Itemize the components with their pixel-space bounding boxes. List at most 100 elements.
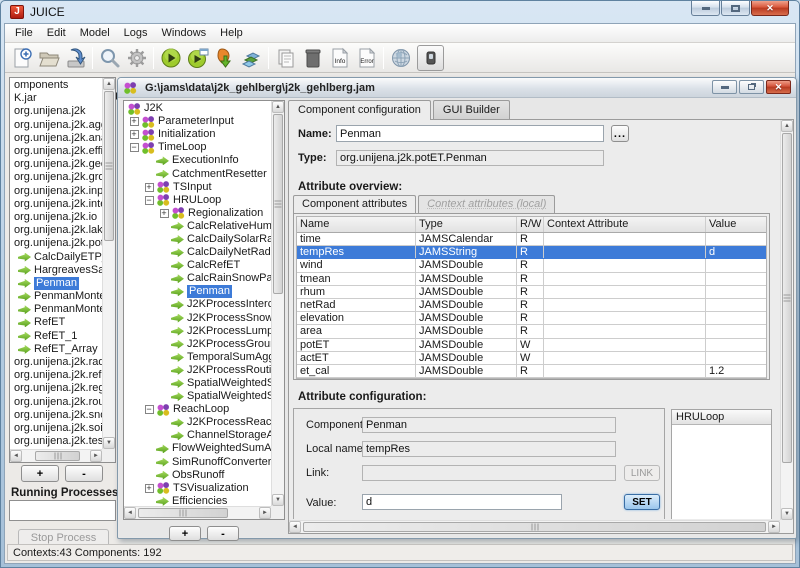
scrollbar-thumb[interactable] [104, 91, 114, 241]
table-row[interactable]: et_cal JAMSDouble R 1.2 [297, 365, 766, 378]
menu-item[interactable]: Help [213, 25, 250, 41]
expander[interactable] [157, 392, 171, 401]
menu-item[interactable]: Model [73, 25, 117, 41]
component-list-item[interactable]: K.jar [11, 92, 102, 105]
expander[interactable] [142, 196, 156, 205]
tree-node[interactable]: J2KProcessRouting [125, 364, 271, 377]
table-row[interactable]: netRad JAMSDouble R [297, 299, 766, 312]
component-list-item[interactable]: RefET_Array [11, 343, 102, 356]
running-processes-list[interactable] [9, 500, 116, 521]
component-list-item[interactable]: org.unijena.j2k.lake [11, 224, 102, 237]
expander[interactable] [157, 314, 171, 323]
component-list-item[interactable]: org.unijena.j2k.region [11, 382, 102, 395]
new-model-button[interactable] [8, 45, 35, 71]
clear-log-button[interactable] [299, 45, 326, 71]
expander[interactable] [142, 444, 156, 453]
run-model-gui-button[interactable] [184, 45, 211, 71]
palette-add-button[interactable]: + [21, 465, 59, 482]
browse-button[interactable]: ... [611, 125, 629, 142]
scroll-up-icon[interactable]: ▲ [103, 78, 115, 90]
tab-gui-builder[interactable]: GUI Builder [433, 100, 510, 119]
table-row[interactable]: time JAMSCalendar R [297, 233, 766, 246]
expander[interactable] [157, 248, 171, 257]
tree-node[interactable]: HRULoop [125, 194, 271, 207]
expander[interactable] [142, 458, 156, 467]
component-list-item[interactable]: org.unijena.j2k.radiat [11, 356, 102, 369]
expander[interactable] [157, 366, 171, 375]
component-list-item[interactable]: org.unijena.j2k.analy [11, 132, 102, 145]
tree-node[interactable]: J2KProcessReachRo [125, 416, 271, 429]
component-list-item[interactable]: RefET [11, 316, 102, 329]
scroll-left-icon[interactable]: ◄ [10, 450, 22, 462]
tree-node[interactable]: J2KProcessSnow [125, 312, 271, 325]
expander[interactable] [142, 497, 156, 506]
config-horizontal-scrollbar[interactable]: ◄ ► [289, 520, 780, 533]
search-button[interactable] [96, 45, 123, 71]
tab-component-configuration[interactable]: Component configuration [288, 100, 431, 120]
tree-vertical-scrollbar[interactable]: ▲ ▼ [271, 101, 284, 506]
tree-node[interactable]: ParameterInput [125, 115, 271, 128]
expander[interactable] [127, 143, 141, 152]
info-log-button[interactable]: Info [326, 45, 353, 71]
save-model-button[interactable] [62, 45, 89, 71]
preferences-button[interactable] [123, 45, 150, 71]
scrollbar-thumb[interactable] [303, 522, 766, 532]
tree-node[interactable]: ReachLoop [125, 403, 271, 416]
tree-node[interactable]: TimeLoop [125, 141, 271, 154]
tab-component-attributes[interactable]: Component attributes [293, 195, 416, 213]
exit-app-button[interactable] [417, 45, 444, 71]
expander[interactable] [157, 431, 171, 440]
expander[interactable] [157, 340, 171, 349]
scroll-right-icon[interactable]: ► [768, 521, 780, 533]
document-minimize-button[interactable] [712, 80, 737, 94]
context-attribute-list[interactable] [672, 425, 771, 519]
component-list-item[interactable]: CalcDailyETP_Hau [11, 250, 102, 263]
tree-node[interactable]: CatchmentResetter [125, 167, 271, 180]
table-row[interactable]: area JAMSDouble R [297, 325, 766, 338]
copy-log-button[interactable] [272, 45, 299, 71]
tree-node[interactable]: ExecutionInfo [125, 154, 271, 167]
scroll-down-icon[interactable]: ▼ [781, 508, 793, 520]
document-restore-button[interactable] [739, 80, 764, 94]
scrollbar-thumb[interactable] [138, 508, 228, 518]
expander[interactable] [142, 156, 156, 165]
tree-node[interactable]: ObsRunoff [125, 469, 271, 482]
tree-node[interactable]: J2K [125, 102, 271, 115]
maximize-button[interactable] [721, 1, 750, 16]
scroll-down-icon[interactable]: ▼ [272, 494, 284, 506]
tree-node[interactable]: Initialization [125, 128, 271, 141]
menu-item[interactable]: File [8, 25, 40, 41]
expander[interactable] [157, 300, 171, 309]
palette-horizontal-scrollbar[interactable]: ◄ ► [10, 449, 102, 462]
expander[interactable] [142, 471, 156, 480]
table-row[interactable]: potET JAMSDouble W [297, 339, 766, 352]
tab-context-attributes[interactable]: Context attributes (local) [418, 195, 555, 213]
table-row[interactable]: wind JAMSDouble R [297, 259, 766, 272]
tree-node[interactable]: ChannelStorageAgg [125, 429, 271, 442]
scroll-down-icon[interactable]: ▼ [103, 437, 115, 449]
scroll-up-icon[interactable]: ▲ [781, 120, 793, 132]
menu-item[interactable]: Windows [155, 25, 214, 41]
tree-node[interactable]: TSInput [125, 181, 271, 194]
expander[interactable] [157, 379, 171, 388]
link-button[interactable]: LINK [624, 465, 660, 481]
title-bar[interactable]: J JUICE ✕ [1, 1, 799, 23]
expander[interactable] [142, 405, 156, 414]
tree-node[interactable]: CalcRelativeHumidit [125, 220, 271, 233]
table-row[interactable]: tempRes JAMSString R d [297, 246, 766, 259]
tree-node[interactable]: J2KProcessIntercep [125, 298, 271, 311]
error-log-button[interactable]: Error [353, 45, 380, 71]
scroll-right-icon[interactable]: ► [90, 450, 102, 462]
expander[interactable] [142, 183, 156, 192]
expander[interactable] [157, 418, 171, 427]
tree-node[interactable]: SpatialWeightedSum [125, 390, 271, 403]
tree-node[interactable]: CalcRainSnowParts [125, 272, 271, 285]
component-list-item[interactable]: org.unijena.j2k.potET [11, 237, 102, 250]
scroll-left-icon[interactable]: ◄ [124, 507, 136, 519]
tree-node[interactable]: Penman [125, 285, 271, 298]
expander[interactable] [142, 170, 156, 179]
export-model-button[interactable] [211, 45, 238, 71]
component-list-item[interactable]: org.unijena.j2k.refET [11, 369, 102, 382]
palette-vertical-scrollbar[interactable]: ▲ ▼ [102, 78, 115, 449]
tree-node[interactable]: SpatialWeightedSum [125, 377, 271, 390]
